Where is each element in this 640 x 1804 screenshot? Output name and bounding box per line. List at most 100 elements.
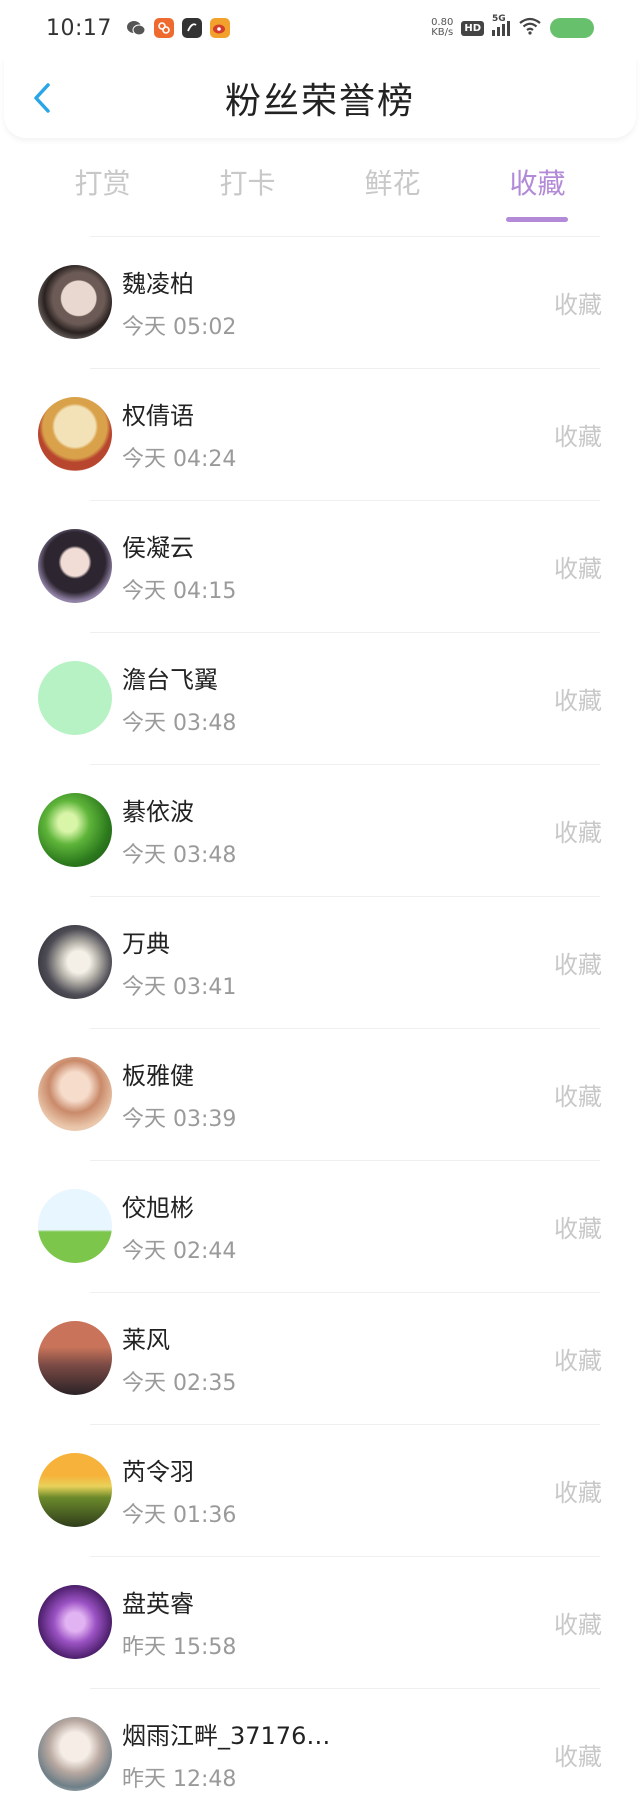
list-item[interactable]: 澹台飞翼 今天 03:48 收藏: [0, 632, 640, 764]
list-item[interactable]: 莱风 今天 02:35 收藏: [0, 1292, 640, 1424]
divider: [90, 632, 600, 633]
fan-info: 魏凌柏 今天 05:02: [122, 264, 554, 341]
fan-time: 今天 04:15: [122, 578, 237, 604]
favorite-action[interactable]: 收藏: [554, 549, 602, 584]
avatar[interactable]: [38, 661, 112, 735]
avatar[interactable]: [38, 1057, 112, 1131]
fan-time: 今天 03:48: [122, 842, 237, 868]
divider: [90, 1688, 600, 1689]
weibo-icon: [209, 18, 230, 38]
status-app-icons: [125, 18, 230, 38]
fan-name: 万典: [122, 929, 170, 958]
fan-info: 侯凝云 今天 04:15: [122, 528, 554, 605]
net-speed: 0.80 KB/s: [431, 18, 453, 38]
favorite-action[interactable]: 收藏: [554, 285, 602, 320]
fan-name: 澹台飞翼: [122, 665, 218, 694]
list-item[interactable]: 魏凌柏 今天 05:02 收藏: [0, 236, 640, 368]
page: 10:17 0.80 KB/s HD 5G 粉丝荣誉榜 打赏 打卡 鲜花 收藏 …: [0, 0, 640, 1804]
fan-time: 昨天 12:48: [122, 1766, 237, 1792]
list-item[interactable]: 佼旭彬 今天 02:44 收藏: [0, 1160, 640, 1292]
favorite-action[interactable]: 收藏: [554, 681, 602, 716]
fan-info: 綦依波 今天 03:48: [122, 792, 554, 869]
fan-info: 权倩语 今天 04:24: [122, 396, 554, 473]
avatar[interactable]: [38, 1717, 112, 1791]
fan-info: 万典 今天 03:41: [122, 924, 554, 1001]
divider: [90, 1028, 600, 1029]
list-item[interactable]: 板雅健 今天 03:39 收藏: [0, 1028, 640, 1160]
favorite-action[interactable]: 收藏: [554, 417, 602, 452]
wechat-icon: [125, 18, 146, 38]
status-time: 10:17: [46, 15, 112, 41]
divider: [90, 500, 600, 501]
status-right: 0.80 KB/s HD 5G: [431, 14, 594, 39]
favorite-action[interactable]: 收藏: [554, 1473, 602, 1508]
fan-name: 魏凌柏: [122, 269, 194, 298]
page-title: 粉丝荣誉榜: [224, 81, 415, 122]
tab-favorite[interactable]: 收藏: [499, 150, 575, 222]
list-item[interactable]: 权倩语 今天 04:24 收藏: [0, 368, 640, 500]
divider: [90, 236, 600, 237]
fan-name: 莱风: [122, 1325, 170, 1354]
fan-name: 烟雨江畔_37176…: [122, 1721, 331, 1750]
fan-time: 昨天 15:58: [122, 1634, 237, 1660]
network-label: 5G: [492, 14, 506, 24]
favorite-action[interactable]: 收藏: [554, 1209, 602, 1244]
list-item[interactable]: 侯凝云 今天 04:15 收藏: [0, 500, 640, 632]
fan-time: 今天 01:36: [122, 1502, 237, 1528]
tab-label: 收藏: [509, 167, 566, 200]
fan-time: 今天 02:35: [122, 1370, 237, 1396]
list-item[interactable]: 万典 今天 03:41 收藏: [0, 896, 640, 1028]
avatar[interactable]: [38, 397, 112, 471]
fan-info: 莱风 今天 02:35: [122, 1320, 554, 1397]
tab-bar: 打赏 打卡 鲜花 收藏: [0, 150, 640, 222]
fan-time: 今天 03:39: [122, 1106, 237, 1132]
fan-name: 盘英睿: [122, 1589, 194, 1618]
fan-info: 佼旭彬 今天 02:44: [122, 1188, 554, 1265]
favorite-action[interactable]: 收藏: [554, 945, 602, 980]
list-item[interactable]: 盘英睿 昨天 15:58 收藏: [0, 1556, 640, 1688]
avatar[interactable]: [38, 1453, 112, 1527]
list-item[interactable]: 芮令羽 今天 01:36 收藏: [0, 1424, 640, 1556]
header-bar: 粉丝荣誉榜: [4, 58, 636, 138]
avatar[interactable]: [38, 1189, 112, 1263]
fan-name: 綦依波: [122, 797, 194, 826]
favorite-action[interactable]: 收藏: [554, 1605, 602, 1640]
avatar[interactable]: [38, 1585, 112, 1659]
back-button[interactable]: [22, 78, 62, 118]
fan-name: 板雅健: [122, 1061, 194, 1090]
fan-name: 佼旭彬: [122, 1193, 194, 1222]
app-icon-orange: [153, 18, 174, 38]
divider: [90, 896, 600, 897]
divider: [90, 1160, 600, 1161]
avatar[interactable]: [38, 265, 112, 339]
active-tab-indicator: [506, 217, 569, 222]
avatar[interactable]: [38, 1321, 112, 1395]
chevron-left-icon: [34, 83, 50, 113]
fan-time: 今天 05:02: [122, 314, 237, 340]
divider: [90, 1424, 600, 1425]
tab-label: 打赏: [74, 167, 131, 200]
fan-time: 今天 03:41: [122, 974, 237, 1000]
divider: [90, 1556, 600, 1557]
avatar[interactable]: [38, 793, 112, 867]
fan-name: 侯凝云: [122, 533, 194, 562]
favorite-action[interactable]: 收藏: [554, 813, 602, 848]
tab-flower[interactable]: 鲜花: [354, 150, 430, 220]
list-item[interactable]: 綦依波 今天 03:48 收藏: [0, 764, 640, 896]
divider: [90, 368, 600, 369]
favorite-action[interactable]: 收藏: [554, 1737, 602, 1772]
favorite-action[interactable]: 收藏: [554, 1341, 602, 1376]
app-icon-dark: [181, 18, 202, 38]
list-item[interactable]: 烟雨江畔_37176… 昨天 12:48 收藏: [0, 1688, 640, 1804]
fan-info: 澹台飞翼 今天 03:48: [122, 660, 554, 737]
fan-info: 盘英睿 昨天 15:58: [122, 1584, 554, 1661]
divider: [90, 1292, 600, 1293]
avatar[interactable]: [38, 925, 112, 999]
tab-checkin[interactable]: 打卡: [209, 150, 285, 220]
tab-label: 鲜花: [364, 167, 421, 200]
wifi-icon: [518, 17, 542, 39]
favorite-action[interactable]: 收藏: [554, 1077, 602, 1112]
avatar[interactable]: [38, 529, 112, 603]
tab-tip[interactable]: 打赏: [64, 150, 140, 220]
hd-badge: HD: [461, 20, 484, 36]
